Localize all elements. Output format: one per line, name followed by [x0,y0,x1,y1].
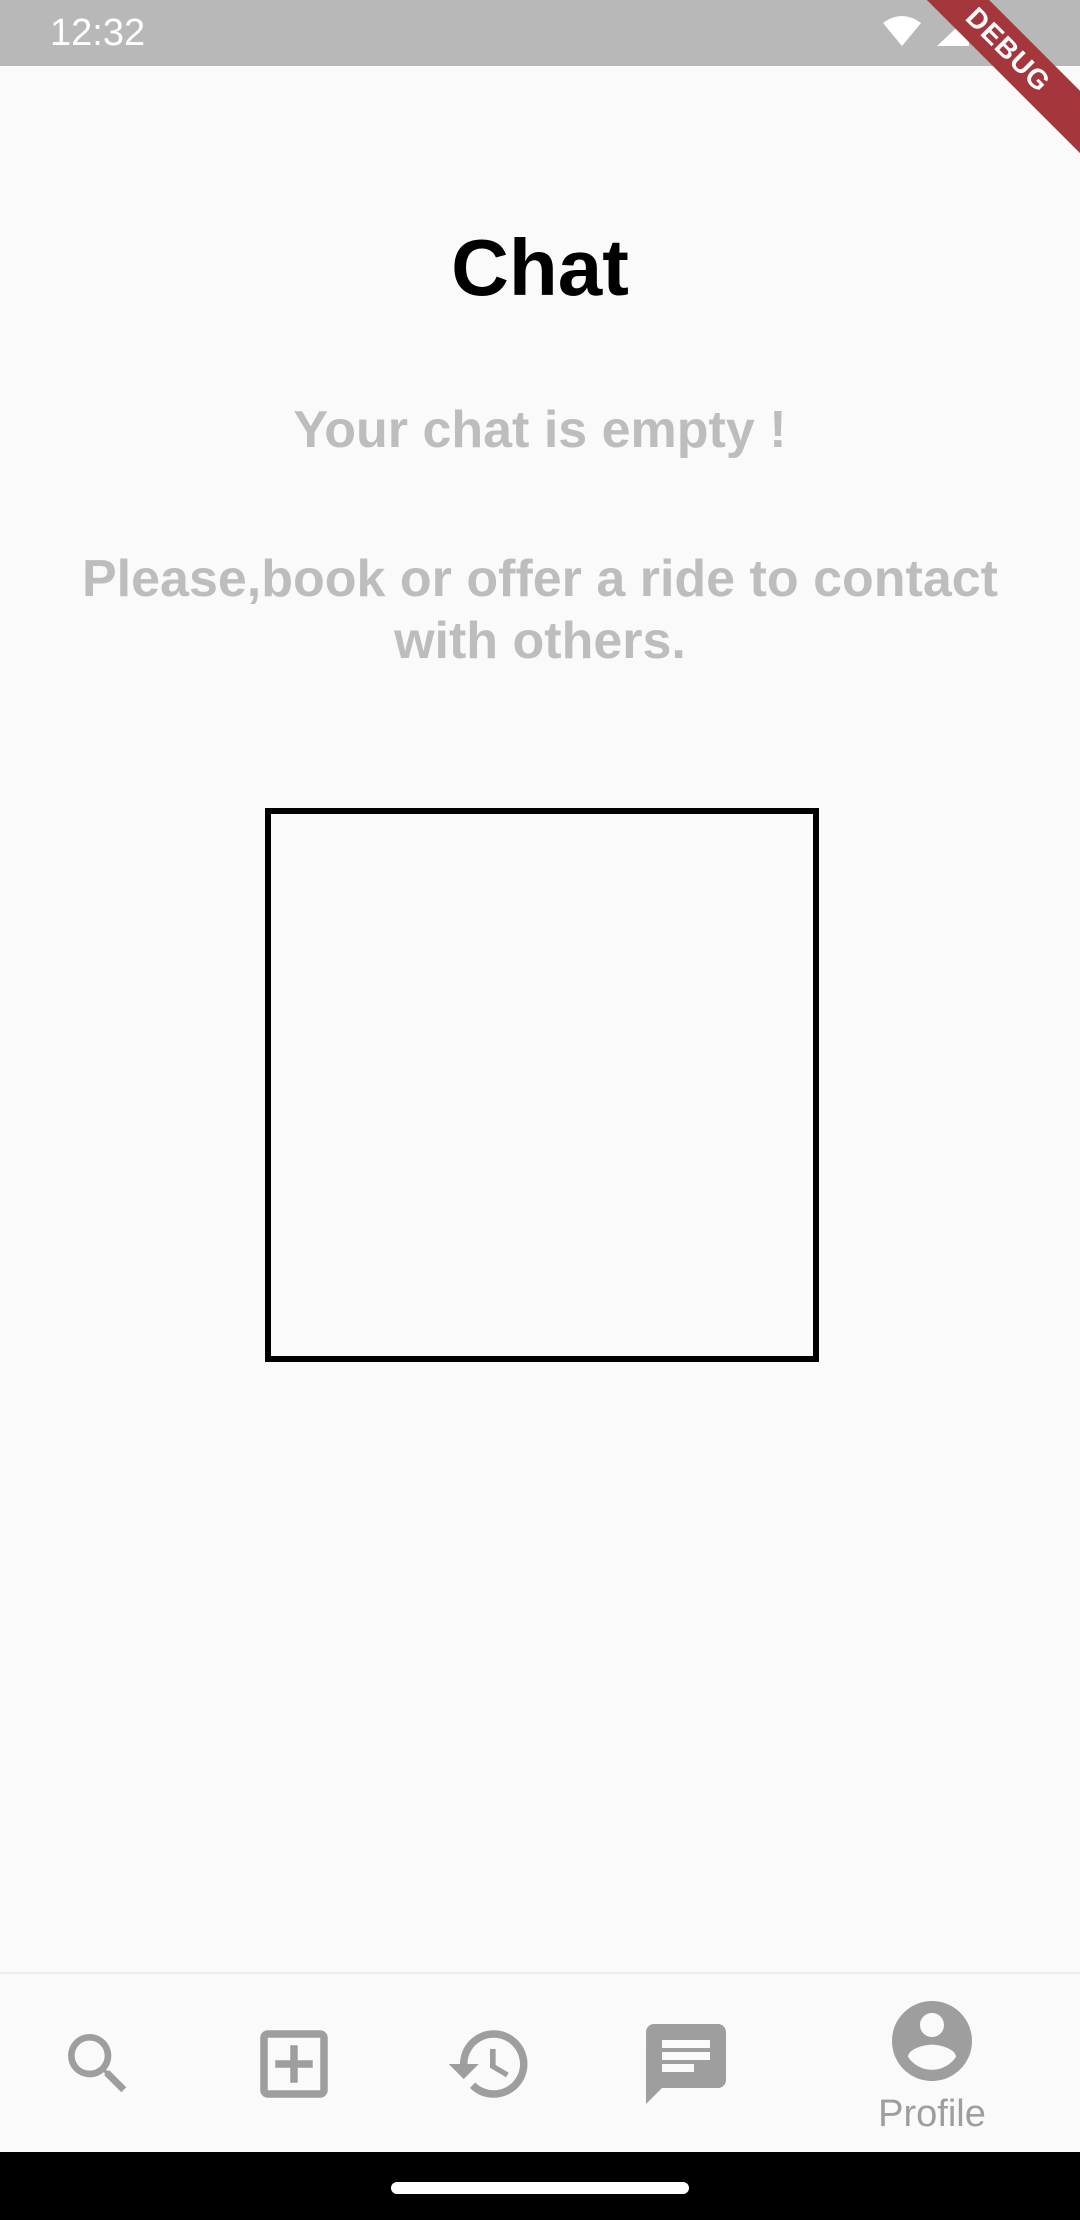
nav-item-history[interactable] [432,1974,548,2154]
account-circle-icon [884,1993,980,2089]
screen: 12:32 DEBUG Chat Your chat is empty ! Pl… [0,0,1080,2220]
empty-state-image-placeholder [265,808,819,1362]
chat-icon [638,2016,734,2112]
page-title: Chat [451,223,629,312]
history-icon [445,2019,535,2109]
add-box-icon [249,2019,339,2109]
nav-item-add[interactable] [236,1974,352,2154]
system-navigation-bar [0,2152,1080,2220]
nav-label-profile: Profile [878,2092,986,2135]
status-bar: 12:32 [0,0,1080,66]
empty-state-message: Please,book or offer a ride to contact w… [82,550,998,670]
nav-item-chat[interactable] [628,1974,744,2154]
bottom-navigation: Profile [0,1972,1080,2154]
nav-item-search[interactable] [40,1974,156,2154]
search-icon [58,2024,138,2104]
empty-state-title: Your chat is empty ! [293,401,787,459]
wifi-icon [882,15,922,52]
nav-item-profile[interactable]: Profile [850,1974,1014,2154]
status-time: 12:32 [50,12,146,54]
home-indicator[interactable] [391,2182,689,2194]
